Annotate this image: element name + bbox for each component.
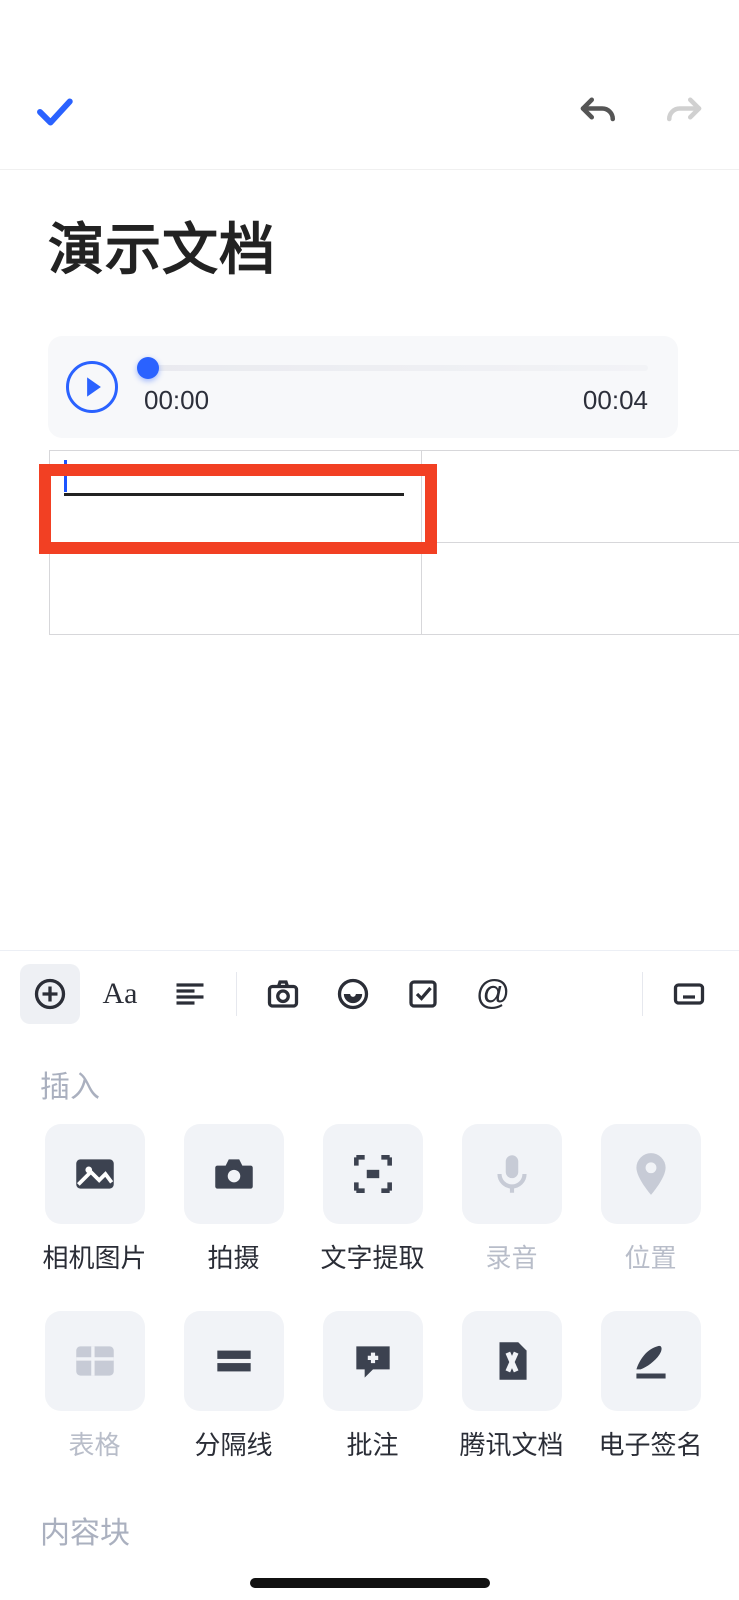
toolbar-divider xyxy=(236,972,237,1016)
table-cell[interactable] xyxy=(50,451,422,543)
text-cursor xyxy=(64,460,67,492)
signature-icon xyxy=(626,1336,676,1386)
keyboard-icon xyxy=(671,976,707,1012)
insert-item-label: 表格 xyxy=(68,1425,120,1462)
insert-item-label: 录音 xyxy=(485,1238,537,1275)
table-cell[interactable] xyxy=(50,543,422,635)
align-left-icon xyxy=(172,976,208,1012)
table-cell[interactable] xyxy=(422,451,739,543)
redo-icon xyxy=(664,91,706,133)
insert-item-label: 腾讯文档 xyxy=(459,1425,563,1462)
audio-progress-track[interactable] xyxy=(148,365,648,371)
section-title-insert: 插入 xyxy=(40,1062,705,1106)
section-title-block: 内容块 xyxy=(40,1508,705,1552)
audio-player: 00:00 00:04 xyxy=(48,336,678,438)
align-button[interactable] xyxy=(160,964,220,1024)
mic-icon xyxy=(487,1149,537,1199)
editor-toolbar: Aa @ xyxy=(0,950,739,1036)
voice-circle-icon xyxy=(335,976,371,1012)
insert-item-image[interactable]: 相机图片 xyxy=(40,1124,149,1275)
undo-icon xyxy=(576,91,618,133)
scan-icon xyxy=(348,1149,398,1199)
voice-button[interactable] xyxy=(323,964,383,1024)
table-block[interactable] xyxy=(49,450,739,635)
camera-fill-icon xyxy=(209,1149,259,1199)
insert-item-ocr[interactable]: 文字提取 xyxy=(318,1124,427,1275)
redo-button xyxy=(661,88,709,136)
insert-item-shoot[interactable]: 拍摄 xyxy=(179,1124,288,1275)
audio-progress-thumb[interactable] xyxy=(137,357,159,379)
insert-panel: 插入 相机图片 拍摄 文字提取 录音 位置 表格 分隔线 xyxy=(0,1036,739,1600)
audio-total-time: 00:04 xyxy=(583,385,648,416)
divider-icon xyxy=(209,1336,259,1386)
insert-item-sign[interactable]: 电子签名 xyxy=(596,1311,705,1462)
insert-item-label: 文字提取 xyxy=(320,1238,424,1275)
toolbar-divider xyxy=(642,972,643,1016)
insert-item-label: 批注 xyxy=(346,1425,398,1462)
insert-item-label: 分隔线 xyxy=(194,1425,272,1462)
play-icon xyxy=(85,376,103,398)
tencent-doc-icon xyxy=(487,1336,537,1386)
image-icon xyxy=(70,1149,120,1199)
insert-item-label: 电子签名 xyxy=(598,1425,702,1462)
check-icon xyxy=(33,91,75,133)
undo-button[interactable] xyxy=(573,88,621,136)
insert-item-label: 位置 xyxy=(624,1238,676,1275)
audio-current-time: 00:00 xyxy=(144,385,209,416)
insert-item-tencent-doc[interactable]: 腾讯文档 xyxy=(457,1311,566,1462)
cell-underline xyxy=(64,493,404,496)
confirm-button[interactable] xyxy=(30,88,78,136)
document-area[interactable]: 演示文档 00:00 00:04 xyxy=(0,170,739,635)
insert-item-divider[interactable]: 分隔线 xyxy=(179,1311,288,1462)
font-icon: Aa xyxy=(103,977,138,1011)
location-icon xyxy=(626,1149,676,1199)
camera-button[interactable] xyxy=(253,964,313,1024)
at-icon: @ xyxy=(476,974,511,1013)
insert-item-location: 位置 xyxy=(596,1124,705,1275)
insert-item-label: 相机图片 xyxy=(42,1238,146,1275)
mention-button[interactable]: @ xyxy=(463,964,523,1024)
checkbox-icon xyxy=(405,976,441,1012)
keyboard-button[interactable] xyxy=(659,964,719,1024)
insert-item-label: 拍摄 xyxy=(207,1238,259,1275)
document-title[interactable]: 演示文档 xyxy=(48,205,739,286)
plus-circle-icon xyxy=(32,976,68,1012)
font-button[interactable]: Aa xyxy=(90,964,150,1024)
insert-item-note[interactable]: 批注 xyxy=(318,1311,427,1462)
home-indicator[interactable] xyxy=(250,1578,490,1588)
header xyxy=(0,0,739,170)
camera-icon xyxy=(265,976,301,1012)
insert-button[interactable] xyxy=(20,964,80,1024)
checkbox-button[interactable] xyxy=(393,964,453,1024)
insert-item-record: 录音 xyxy=(457,1124,566,1275)
table-icon xyxy=(70,1336,120,1386)
insert-item-table: 表格 xyxy=(40,1311,149,1462)
comment-plus-icon xyxy=(348,1336,398,1386)
table-cell[interactable] xyxy=(422,543,739,635)
play-button[interactable] xyxy=(66,361,118,413)
